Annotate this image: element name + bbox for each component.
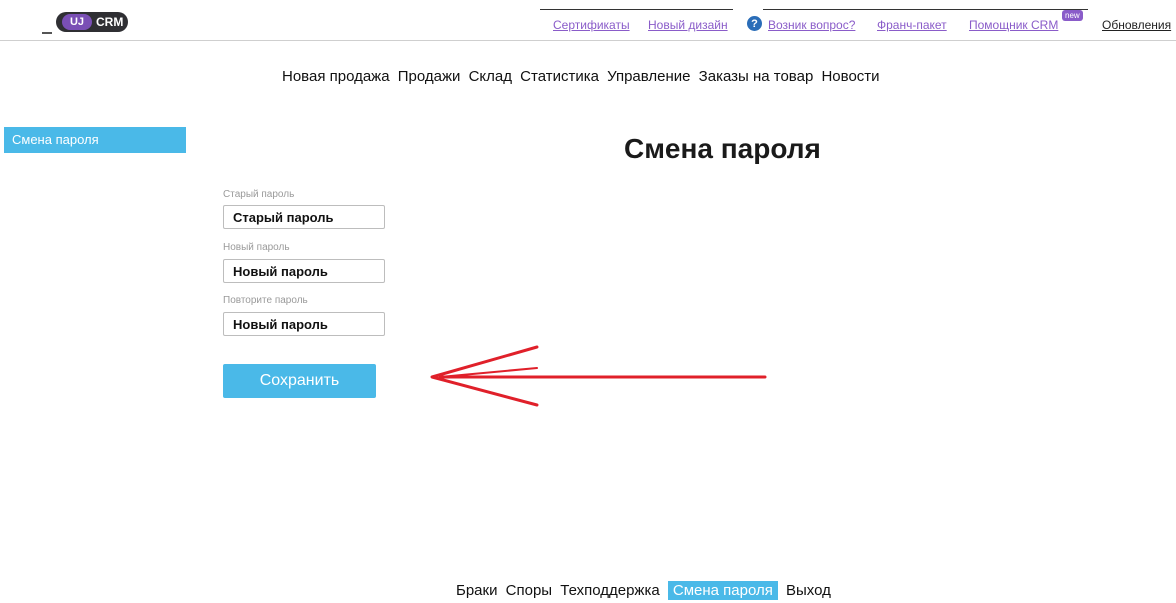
franchise-link[interactable]: Франч-пакет bbox=[877, 18, 947, 32]
bottom-nav-defects[interactable]: Браки bbox=[456, 582, 497, 599]
nav-sales[interactable]: Продажи bbox=[398, 68, 461, 85]
new-badge: new bbox=[1062, 10, 1083, 21]
crm-assistant-link[interactable]: Помощник CRM bbox=[969, 18, 1058, 32]
nav-statistics[interactable]: Статистика bbox=[520, 68, 599, 85]
question-circle-icon[interactable]: ? bbox=[747, 16, 762, 31]
question-link[interactable]: Возник вопрос? bbox=[768, 18, 855, 32]
old-password-field[interactable] bbox=[223, 205, 385, 229]
new-password-label: Новый пароль bbox=[223, 242, 290, 253]
nav-news[interactable]: Новости bbox=[821, 68, 879, 85]
repeat-password-label: Повторите пароль bbox=[223, 295, 308, 306]
logo-mark: UJ bbox=[62, 14, 92, 30]
page-title: Смена пароля bbox=[624, 133, 821, 164]
certificates-link[interactable]: Сертификаты bbox=[553, 18, 630, 32]
logo[interactable]: UJ CRM bbox=[56, 12, 128, 32]
sidebar-item-change-password[interactable]: Смена пароля bbox=[4, 127, 186, 153]
bottom-nav: Браки Споры Техподдержка Смена пароля Вы… bbox=[456, 581, 835, 600]
bottom-nav-logout[interactable]: Выход bbox=[786, 582, 831, 599]
annotation-arrow bbox=[430, 345, 767, 407]
new-password-field[interactable] bbox=[223, 259, 385, 283]
nav-new-sale[interactable]: Новая продажа bbox=[282, 68, 390, 85]
new-design-link[interactable]: Новый дизайн bbox=[648, 18, 728, 32]
nav-management[interactable]: Управление bbox=[607, 68, 690, 85]
bottom-nav-disputes[interactable]: Споры bbox=[506, 582, 552, 599]
nav-orders[interactable]: Заказы на товар bbox=[699, 68, 814, 85]
repeat-password-field[interactable] bbox=[223, 312, 385, 336]
save-button[interactable]: Сохранить bbox=[223, 364, 376, 398]
old-password-label: Старый пароль bbox=[223, 189, 295, 200]
bottom-nav-change-password[interactable]: Смена пароля bbox=[667, 581, 778, 600]
top-divider bbox=[540, 9, 733, 10]
logo-text: CRM bbox=[96, 15, 124, 29]
top-divider bbox=[763, 9, 1088, 10]
bottom-nav-support[interactable]: Техподдержка bbox=[560, 582, 659, 599]
nav-warehouse[interactable]: Склад bbox=[469, 68, 512, 85]
logo-dash bbox=[42, 32, 52, 34]
updates-link[interactable]: Обновления bbox=[1102, 18, 1171, 32]
top-bar: UJ CRM Сертификаты Новый дизайн Возник в… bbox=[0, 0, 1176, 41]
